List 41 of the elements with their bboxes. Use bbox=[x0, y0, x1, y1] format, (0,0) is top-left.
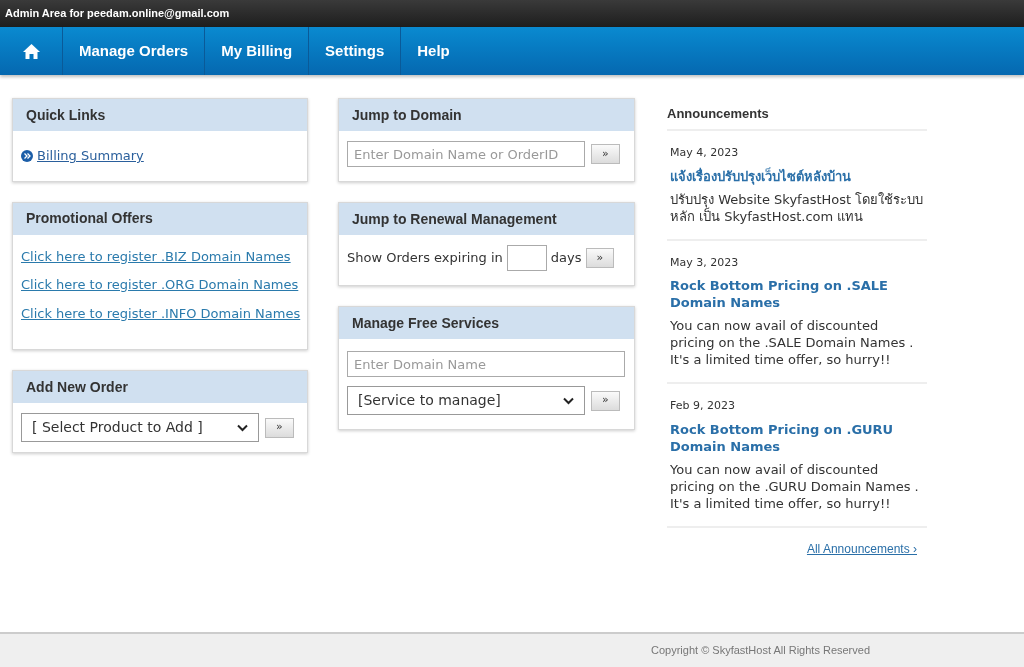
nav-item[interactable]: Settings bbox=[309, 27, 402, 75]
arrow-circle-icon bbox=[21, 149, 33, 162]
domain-input-field[interactable]: Enter Domain Name bbox=[347, 351, 625, 377]
announcement-date: May 3, 2023 bbox=[670, 254, 740, 271]
announcement-text: You can now avail of discounted pricing on the .SALE Domain Names . It's a limited time offer, so hurry!! bbox=[670, 317, 915, 368]
panel-header: Manage Free Services bbox=[339, 307, 634, 339]
register-domain-link[interactable]: Click here to register .INFO Domain Names bbox=[21, 303, 299, 323]
all-announcements-link[interactable]: All Announcements › bbox=[806, 539, 917, 558]
announcement-date: Feb 9, 2023 bbox=[670, 398, 736, 414]
dropdown-select[interactable]: [ Select Product to Add ] bbox=[21, 413, 259, 442]
announcements-heading: Announcements bbox=[667, 98, 927, 131]
domain-input-field[interactable]: Enter Domain Name or OrderID bbox=[347, 141, 585, 167]
expiring-label: Show Orders expiring in bbox=[347, 249, 503, 268]
panel-header: Jump to Renewal Management bbox=[339, 203, 634, 235]
days-label: days bbox=[550, 249, 582, 268]
dropdown-select[interactable]: [Service to manage] bbox=[347, 386, 585, 415]
announcement-title-link[interactable]: แจ้งเรื่องปรับปรุงเว็บไซต์หลังบ้าน bbox=[670, 167, 924, 185]
nav-item[interactable]: Manage Orders bbox=[63, 27, 206, 75]
panel-header: Quick Links bbox=[13, 99, 307, 131]
announcement-title-link[interactable]: Rock Bottom Pricing on .GURU Domain Names bbox=[670, 420, 924, 455]
nav-item[interactable]: Help bbox=[401, 27, 466, 75]
register-domain-link[interactable]: Click here to register .BIZ Domain Names bbox=[21, 246, 299, 266]
chevron-down-icon bbox=[237, 423, 248, 432]
announcement-text: You can now avail of discounted pricing on the .GURU Domain Names . It's a limited time offer, so hurry!! bbox=[670, 460, 920, 512]
billing-summary-link[interactable]: Billing Summary bbox=[37, 146, 144, 166]
days-input-field[interactable] bbox=[506, 245, 547, 271]
go-button[interactable]: » bbox=[591, 390, 620, 411]
announcement-text: ปรับปรุง Website SkyfastHost โดยใช้ระบบ หลัก เป็น SkyfastHost.com แทน bbox=[670, 190, 924, 225]
nav-item[interactable]: My Billing bbox=[205, 27, 310, 75]
panel-header: Promotional Offers bbox=[13, 202, 307, 235]
admin-area-text: Admin Area for peedam.online@gmail.com bbox=[5, 6, 230, 22]
chevron-down-icon bbox=[563, 396, 574, 405]
panel-header: Jump to Domain bbox=[339, 99, 634, 131]
announcement-title-link[interactable]: Rock Bottom Pricing on .SALE Domain Names bbox=[670, 277, 924, 311]
go-button[interactable]: » bbox=[585, 248, 615, 268]
go-button[interactable]: » bbox=[265, 417, 294, 438]
panel-header: Add New Order bbox=[13, 371, 307, 403]
go-button[interactable]: » bbox=[591, 144, 620, 164]
announcement-date: May 4, 2023 bbox=[670, 145, 740, 161]
register-domain-link[interactable]: Click here to register .ORG Domain Names bbox=[21, 275, 299, 295]
copyright-text: Copyright © SkyfastHost All Rights Reserved bbox=[651, 643, 871, 659]
